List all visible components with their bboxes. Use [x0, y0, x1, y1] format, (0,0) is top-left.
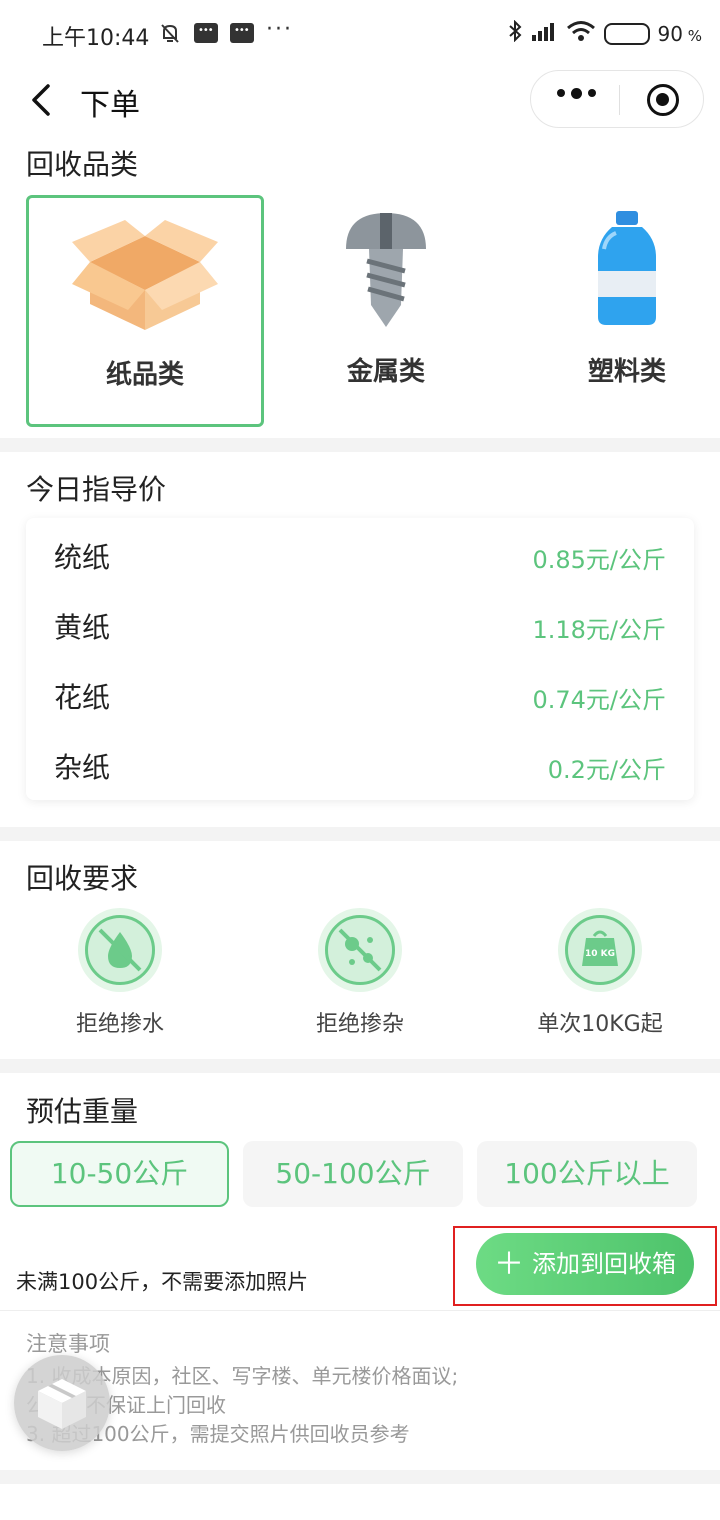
requirements-title: 回收要求: [26, 862, 139, 895]
signal-icon: [530, 20, 558, 47]
bluetooth-icon: [508, 19, 522, 47]
no-impurity-icon: [318, 908, 402, 992]
miniprogram-capsule: [530, 70, 704, 128]
screw-icon: [346, 213, 426, 327]
requirement-no-impurity: 拒绝掺杂: [260, 908, 460, 1038]
requirement-min-10kg: 10 KG 单次10KG起: [500, 908, 700, 1038]
wifi-icon: [566, 20, 596, 47]
weight-title: 预估重量: [26, 1095, 139, 1128]
category-paper[interactable]: 纸品类: [26, 195, 264, 427]
floating-recycle-box-button[interactable]: [14, 1355, 110, 1451]
category-metal[interactable]: 金属类: [267, 195, 505, 427]
nav-bar: 下单: [0, 70, 720, 132]
category-label: 纸品类: [105, 360, 184, 390]
price-row: 统纸 0.85元/公斤: [54, 541, 666, 574]
add-to-recycle-bin-button[interactable]: ＋添加到回收箱: [476, 1233, 694, 1295]
requirement-no-water: 拒绝掺水: [20, 908, 220, 1038]
box-icon: [38, 1379, 86, 1429]
more-notifications-icon: ···: [266, 16, 293, 42]
prices-title: 今日指导价: [26, 473, 167, 506]
battery-icon: [603, 22, 650, 45]
category-label: 塑料类: [587, 357, 666, 387]
status-bar: 上午10:44 ··· 90 %: [0, 0, 720, 70]
message-icon: [230, 22, 254, 44]
photo-hint: 未满100公斤，不需要添加照片: [16, 1270, 309, 1294]
price-row: 黄纸 1.18元/公斤: [54, 611, 666, 644]
category-plastic[interactable]: 塑料类: [508, 195, 720, 427]
no-water-icon: [78, 908, 162, 992]
more-menu-icon[interactable]: [557, 87, 596, 99]
weight-option-10-50[interactable]: 10-50公斤: [10, 1141, 229, 1207]
message-icon: [194, 22, 218, 44]
plus-icon: ＋: [494, 1247, 524, 1282]
status-time: 上午10:44: [42, 26, 150, 51]
close-miniprogram-icon[interactable]: [647, 84, 679, 116]
weight-option-100-plus[interactable]: 100公斤以上: [477, 1141, 697, 1207]
back-arrow-icon[interactable]: [28, 82, 52, 118]
categories-title: 回收品类: [26, 148, 139, 181]
water-bottle-icon: [598, 211, 656, 325]
page-title: 下单: [80, 88, 140, 123]
category-label: 金属类: [346, 357, 425, 387]
weight-badge-text: 10 KG: [585, 949, 615, 959]
notes-title: 注意事项: [26, 1332, 110, 1356]
price-list: 统纸 0.85元/公斤 黄纸 1.18元/公斤 花纸 0.74元/公斤 杂纸 0…: [26, 518, 694, 800]
price-row: 花纸 0.74元/公斤: [54, 681, 666, 714]
cardboard-box-icon: [72, 220, 218, 330]
price-row: 杂纸 0.2元/公斤: [54, 751, 666, 784]
weight-10kg-icon: 10 KG: [558, 908, 642, 992]
battery-level: 90 %: [657, 21, 702, 46]
mute-bell-icon: [158, 22, 182, 44]
weight-option-50-100[interactable]: 50-100公斤: [243, 1141, 463, 1207]
